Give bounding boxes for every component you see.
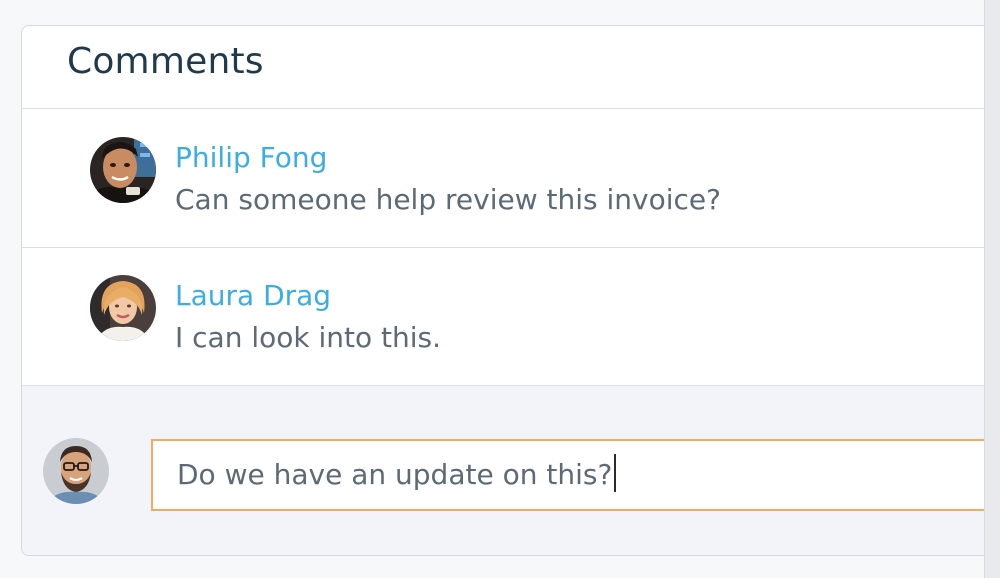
comment-input[interactable]: Do we have an update on this? <box>151 439 984 511</box>
comment-composer: Do we have an update on this? <box>22 386 984 555</box>
comment-item: Laura Drag I can look into this. <box>22 248 984 386</box>
comment-text: I can look into this. <box>175 321 442 354</box>
avatar-philip-fong[interactable] <box>90 137 156 203</box>
avatar-current-user <box>43 438 109 504</box>
comment-author[interactable]: Philip Fong <box>175 141 327 175</box>
comments-panel: Comments Philip Fong Can someone help re… <box>21 25 984 556</box>
comments-header: Comments <box>22 26 984 109</box>
comment-author[interactable]: Laura Drag <box>175 279 331 313</box>
window-edge <box>984 0 1000 578</box>
page: Comments Philip Fong Can someone help re… <box>0 0 1000 578</box>
text-caret <box>614 454 617 492</box>
comment-input-value: Do we have an update on this? <box>177 458 613 491</box>
comment-text: Can someone help review this invoice? <box>175 183 721 216</box>
comment-item: Philip Fong Can someone help review this… <box>22 110 984 248</box>
avatar-laura-drag[interactable] <box>90 275 156 341</box>
panel-title: Comments <box>67 41 264 82</box>
